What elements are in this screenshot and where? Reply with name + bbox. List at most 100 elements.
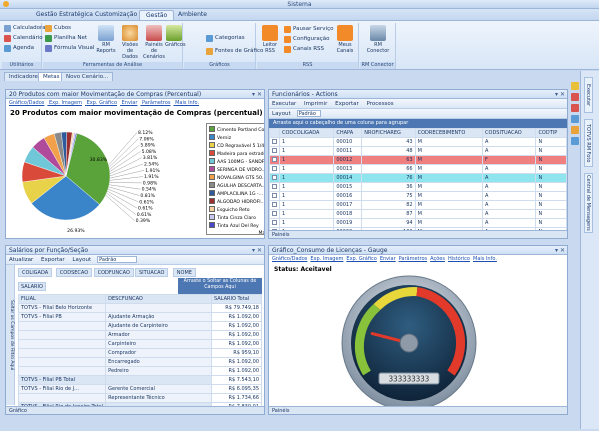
filter-field[interactable]: CODSECAO <box>55 268 93 277</box>
link-grafico-dados[interactable]: Gráfico/Dados <box>9 100 44 106</box>
tab-customizacao[interactable]: Customização <box>89 10 143 20</box>
table-row[interactable]: 1 00013 66 M A N <box>269 164 567 174</box>
legend-more-link[interactable]: Mais <box>209 230 264 238</box>
planilha-net-button[interactable]: Planilha Net <box>45 34 87 43</box>
tab-ambiente[interactable]: Ambiente <box>172 10 213 20</box>
close-icon[interactable] <box>571 104 579 112</box>
row-checkbox[interactable] <box>272 156 277 162</box>
row-checkbox[interactable] <box>272 147 277 153</box>
table-row[interactable]: 1 00014 76 M A N <box>269 173 567 183</box>
graficos-button[interactable]: Gráficos <box>165 25 186 48</box>
cubos-button[interactable]: Cubos <box>45 24 71 33</box>
dock-tab-mensagens[interactable]: Central de Mensagens <box>584 173 593 233</box>
panel-menu-icon[interactable]: ▾ ✕ <box>555 246 565 255</box>
table-row[interactable]: 1 00018 87 M A N <box>269 209 567 219</box>
pivot-row: Armador R$ 1.092,00 <box>17 330 262 340</box>
layout-select[interactable]: Padrão <box>97 256 138 263</box>
calculadora-button[interactable]: Calculadora <box>4 24 46 33</box>
table-cell <box>269 182 280 192</box>
visoes-de-dados-button[interactable]: Visões de Dados <box>119 25 141 60</box>
column-header[interactable]: CODTIP <box>535 128 567 138</box>
canais-rss-button[interactable]: Canais RSS <box>284 45 324 54</box>
gauge-link[interactable]: Ações <box>430 256 445 262</box>
column-header[interactable] <box>269 128 280 138</box>
pivot-cell: R$ 1.734,66 <box>211 393 262 403</box>
row-checkbox[interactable] <box>272 219 277 225</box>
rm-reports-button[interactable]: RM Reports <box>95 25 117 54</box>
meus-canais-button[interactable]: Meus Canais <box>333 25 357 54</box>
table-row[interactable]: 1 00012 63 M F N <box>269 155 567 165</box>
row-checkbox[interactable] <box>272 183 277 189</box>
table-cell <box>269 173 280 183</box>
panel-menu-icon[interactable]: ▾ ✕ <box>252 246 262 255</box>
pausar-servico-button[interactable]: Pausar Serviço <box>284 25 333 34</box>
row-checkbox[interactable] <box>272 192 277 198</box>
calendario-button[interactable]: Calendário <box>4 34 43 43</box>
folder-icon[interactable] <box>571 126 579 134</box>
filter-field[interactable]: SITUACAO <box>135 268 169 277</box>
paineis-cenarios-button[interactable]: Painéis de Cenários <box>143 25 165 60</box>
dock-tab-executar[interactable]: Executar <box>584 77 593 113</box>
table-row[interactable]: 1 00015 36 M A N <box>269 182 567 192</box>
gauge-link[interactable]: Gráfico/Dados <box>272 256 307 262</box>
legend-label: Cimento Portland Co... <box>217 128 265 133</box>
link-exp-imagem[interactable]: Exp. Imagem <box>49 100 82 106</box>
atualizar-button[interactable]: Atualizar <box>9 257 33 263</box>
formula-visual-button[interactable]: Fórmula Visual <box>45 44 94 53</box>
tab-gestao[interactable]: Gestão <box>139 10 175 20</box>
row-checkbox[interactable] <box>272 165 277 171</box>
table-row[interactable]: 1 00019 94 M A N <box>269 218 567 228</box>
refresh-icon[interactable] <box>571 115 579 123</box>
filter-field[interactable]: COLIGADA <box>18 268 53 277</box>
imprimir-button[interactable]: Imprimir <box>304 101 327 107</box>
leitor-rss-button[interactable]: Leitor RSS <box>260 25 280 54</box>
delete-icon[interactable] <box>571 93 579 101</box>
column-header[interactable]: CODCOLIGADA <box>278 128 335 138</box>
categorias-button[interactable]: Categorias <box>206 34 245 43</box>
gauge-link[interactable]: Mais Info. <box>473 256 497 262</box>
executar-button[interactable]: Executar <box>272 101 296 107</box>
row-checkbox[interactable] <box>272 174 277 180</box>
filter-field[interactable]: NOME <box>172 268 196 277</box>
dock-tab-totvs-foto[interactable]: TOTVS RM Foto <box>584 119 593 167</box>
layout-select[interactable]: Padrão <box>296 110 321 117</box>
row-checkbox[interactable] <box>272 138 277 144</box>
processos-button[interactable]: Processos <box>367 101 394 107</box>
link-exp-grafico[interactable]: Exp. Gráfico <box>87 100 117 106</box>
exportar-button[interactable]: Exportar <box>335 101 359 107</box>
exportar-button[interactable]: Exportar <box>41 257 65 263</box>
link-mais-info[interactable]: Mais Info. <box>175 100 199 106</box>
sum-field-salario[interactable]: SALARIO <box>18 282 46 291</box>
table-row[interactable]: 1 00016 75 M A N <box>269 191 567 201</box>
pivot-header[interactable]: SALARIO Total <box>211 294 262 304</box>
filter-drop-area[interactable]: Soltar os Campos de Filtro Aqui <box>6 265 15 405</box>
filter-field[interactable]: CODFUNCAO <box>93 268 134 277</box>
configuracao-button[interactable]: Configuração <box>284 35 330 44</box>
agenda-button[interactable]: Agenda <box>4 44 34 53</box>
gauge-link[interactable]: Parâmetros <box>399 256 428 262</box>
fontes-grafico-button[interactable]: Fontes de Gráfico <box>206 47 263 56</box>
panel-menu-icon[interactable]: ▾ ✕ <box>252 90 262 99</box>
gauge-link[interactable]: Exp. Gráfico <box>346 256 376 262</box>
link-parametros[interactable]: Parâmetros <box>142 100 171 106</box>
gauge-link[interactable]: Enviar <box>380 256 396 262</box>
row-checkbox[interactable] <box>272 210 277 216</box>
pivot-header[interactable]: DESCFUNCAO <box>105 294 212 304</box>
table-row[interactable]: 1 00010 43 M A N <box>269 137 567 147</box>
table-row[interactable]: 1 00017 82 M A N <box>269 200 567 210</box>
save-icon[interactable] <box>571 137 579 145</box>
column-header[interactable]: CHAPA <box>333 128 363 138</box>
column-header[interactable]: CODSITUACAO <box>482 128 537 138</box>
row-checkbox[interactable] <box>272 201 277 207</box>
rm-conector-button[interactable]: RM Conector <box>364 25 392 54</box>
doc-tab-novo-cenario[interactable]: Novo Cenário... <box>61 72 114 81</box>
gauge-link[interactable]: Exp. Imagem <box>310 256 343 262</box>
link-enviar[interactable]: Enviar <box>122 100 138 106</box>
panel-menu-icon[interactable]: ▾ ✕ <box>555 90 565 99</box>
column-header[interactable]: NROFICHAREG <box>361 128 416 138</box>
gauge-link[interactable]: Histórico <box>448 256 470 262</box>
pivot-header[interactable]: FILIAL <box>17 294 107 304</box>
column-header[interactable]: CODRECEBIMENTO <box>414 128 484 138</box>
star-icon[interactable] <box>571 82 579 90</box>
table-row[interactable]: 1 00011 48 M A N <box>269 146 567 156</box>
